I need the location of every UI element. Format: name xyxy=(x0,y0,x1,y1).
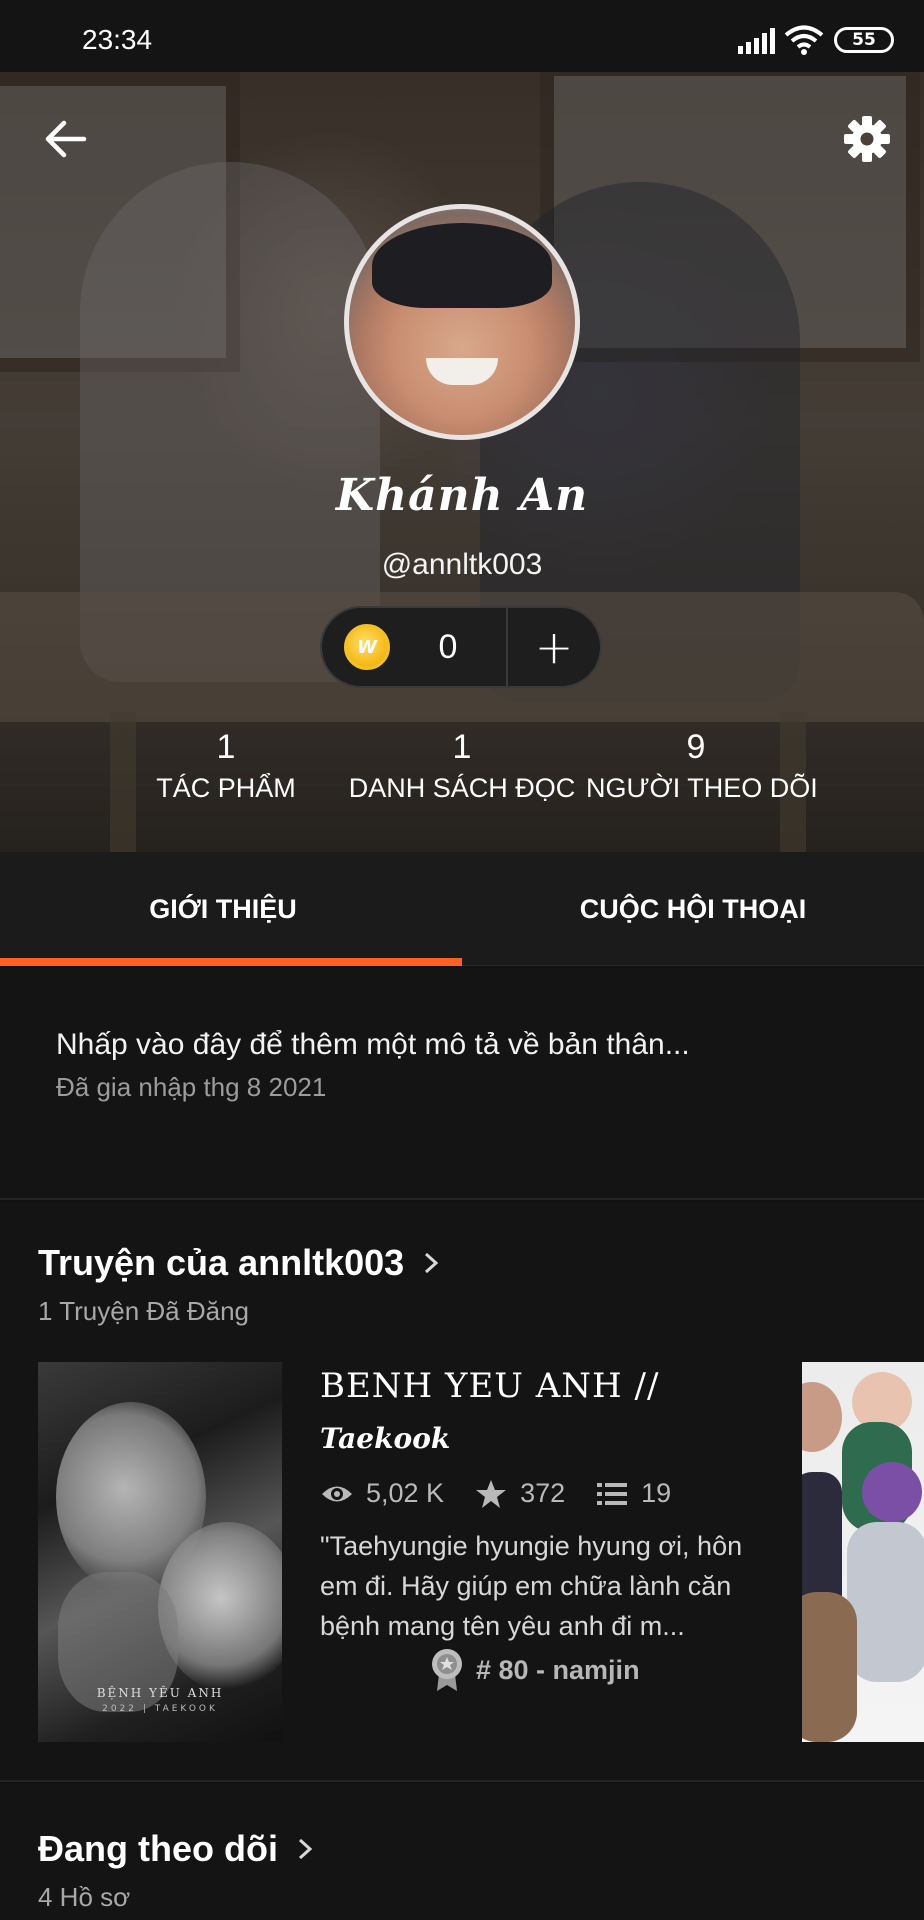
display-name: Khánh An xyxy=(335,470,589,521)
about-section: Nhấp vào đây để thêm một mô tả về bản th… xyxy=(0,968,924,1200)
avatar[interactable] xyxy=(344,204,580,440)
joined-date: Đã gia nhập thg 8 2021 xyxy=(56,1072,327,1102)
stat-works[interactable]: 1 TÁC PHẨM xyxy=(126,728,326,804)
wifi-icon xyxy=(784,25,824,55)
rank-text: # 80 - namjin xyxy=(476,1654,640,1685)
list-icon xyxy=(597,1482,628,1505)
story-title-line2[interactable]: Taekook xyxy=(320,1422,450,1455)
section-title: Truyện của annltk003 xyxy=(38,1242,405,1283)
parts-count: 19 xyxy=(641,1478,672,1508)
tab-conversations[interactable]: CUỘC HỘI THOẠI xyxy=(462,852,924,966)
tab-about[interactable]: GIỚI THIỆU xyxy=(0,852,462,966)
username: @annltk003 xyxy=(381,548,543,581)
story-views: 5,02 K xyxy=(320,1478,444,1509)
stat-label: TÁC PHẨM xyxy=(156,773,296,803)
stat-reading-lists[interactable]: 1 DANH SÁCH ĐỌC xyxy=(342,728,582,804)
section-title: Đang theo dõi xyxy=(38,1828,278,1869)
story-votes: 372 xyxy=(474,1478,565,1509)
coin-balance: W 0 + xyxy=(320,606,602,688)
coin-icon: W xyxy=(344,624,390,670)
status-bar: 23:34 55 xyxy=(0,0,924,72)
gear-icon[interactable] xyxy=(842,114,892,164)
views-count: 5,02 K xyxy=(366,1478,445,1508)
eye-icon xyxy=(322,1486,352,1501)
status-time: 23:34 xyxy=(82,24,153,55)
following-section-header[interactable]: Đang theo dõi xyxy=(38,1828,316,1870)
stat-label: NGƯỜI THEO DÕI xyxy=(586,773,818,803)
tab-label: GIỚI THIỆU xyxy=(149,893,297,924)
stat-label: DANH SÁCH ĐỌC xyxy=(348,773,576,803)
section-subtitle: 4 Hồ sơ xyxy=(38,1882,131,1912)
stat-value: 1 xyxy=(216,728,236,766)
stories-section: Truyện của annltk003 1 Truyện Đã Đăng BỆ… xyxy=(0,1202,924,1782)
votes-count: 372 xyxy=(520,1478,566,1508)
star-icon xyxy=(476,1479,507,1508)
back-arrow-icon[interactable] xyxy=(42,116,88,162)
story-cover[interactable]: BỆNH YÊU ANH 2022 | TAEKOOK xyxy=(38,1362,282,1742)
ribbon-badge-icon xyxy=(432,1649,462,1691)
add-description-prompt[interactable]: Nhấp vào đây để thêm một mô tả về bản th… xyxy=(56,1028,690,1062)
story-ranking: # 80 - namjin xyxy=(430,1648,640,1692)
battery-icon: 55 xyxy=(834,27,894,53)
chevron-right-icon xyxy=(298,1838,313,1860)
stat-value: 9 xyxy=(686,728,706,766)
cover-subtitle: 2022 | TAEKOOK xyxy=(102,1704,218,1714)
add-coins-button[interactable]: + xyxy=(508,624,600,670)
story-description: "Taehyungie hyungie hyung ơi, hôn em đi.… xyxy=(320,1531,743,1641)
active-tab-indicator xyxy=(0,958,462,966)
story-cover-next[interactable] xyxy=(802,1362,924,1742)
stat-value: 1 xyxy=(452,728,472,766)
battery-level: 55 xyxy=(852,30,876,50)
story-stats: 5,02 K 372 19 xyxy=(320,1478,701,1509)
profile-stats: 1 TÁC PHẨM 1 DANH SÁCH ĐỌC 9 NGƯỜI THEO … xyxy=(0,728,924,818)
following-section: Đang theo dõi 4 Hồ sơ xyxy=(0,1784,924,1920)
tab-label: CUỘC HỘI THOẠI xyxy=(579,893,807,924)
story-title[interactable]: BENH YEU ANH // xyxy=(320,1366,780,1406)
stories-section-header[interactable]: Truyện của annltk003 xyxy=(38,1242,442,1284)
chevron-right-icon xyxy=(425,1252,439,1274)
stat-followers[interactable]: 9 NGƯỜI THEO DÕI xyxy=(586,728,818,804)
coin-count: 0 xyxy=(438,627,458,666)
section-subtitle: 1 Truyện Đã Đăng xyxy=(38,1296,250,1326)
story-parts: 19 xyxy=(595,1478,671,1509)
profile-tabs: GIỚI THIỆU CUỘC HỘI THOẠI xyxy=(0,852,924,966)
cover-title: BỆNH YÊU ANH xyxy=(96,1686,224,1700)
signal-icon xyxy=(738,28,775,54)
